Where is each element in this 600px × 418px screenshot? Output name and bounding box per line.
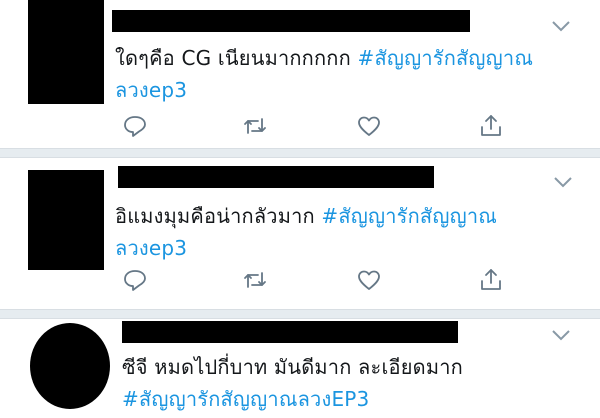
tweet-actions [0,267,600,293]
chevron-down-icon[interactable] [552,174,574,190]
tweet-separator [0,148,600,158]
share-icon[interactable] [478,267,504,293]
tweet-3[interactable]: ซีจี หมดไปกี่บาท มันดีมาก ละเอียดมาก #สั… [0,319,600,418]
chevron-down-icon[interactable] [550,18,572,34]
tweet-text: ใดๆคือ CG เนียนมากกกกก #สัญญารักสัญญาณ [115,44,533,72]
username-redacted[interactable] [118,166,434,188]
avatar-redacted[interactable] [28,170,104,270]
hashtag-link[interactable]: #สัญญารักสัญญาณ [358,46,534,70]
tweet-actions [0,113,600,139]
tweet-feed: ใดๆคือ CG เนียนมากกกกก #สัญญารักสัญญาณ ล… [0,0,600,418]
tweet-text: ซีจี หมดไปกี่บาท มันดีมาก ละเอียดมาก [122,353,463,381]
tweet-2[interactable]: อิแมงมุมคือน่ากลัวมาก #สัญญารักสัญญาณ ลว… [0,158,600,309]
username-redacted[interactable] [112,10,470,32]
heart-icon[interactable] [356,267,382,293]
reply-icon[interactable] [122,113,148,139]
avatar-redacted[interactable] [28,0,104,104]
share-icon[interactable] [478,113,504,139]
avatar-redacted[interactable] [30,323,110,409]
tweet-separator [0,309,600,319]
reply-icon[interactable] [122,267,148,293]
hashtag-link-continued[interactable]: ลวงep3 [115,234,187,262]
tweet-text: อิแมงมุมคือน่ากลัวมาก #สัญญารักสัญญาณ [115,202,497,230]
retweet-icon[interactable] [242,267,268,293]
chevron-down-icon[interactable] [550,327,572,343]
heart-icon[interactable] [356,113,382,139]
username-redacted[interactable] [122,321,458,343]
tweet-body: ใดๆคือ CG เนียนมากกกกก [115,46,351,70]
hashtag-link[interactable]: #สัญญารักสัญญาณ [321,204,497,228]
hashtag-link-continued[interactable]: ลวงep3 [115,76,187,104]
tweet-body: อิแมงมุมคือน่ากลัวมาก [115,204,315,228]
tweet-body: ซีจี หมดไปกี่บาท มันดีมาก ละเอียดมาก [122,355,463,379]
tweet-1[interactable]: ใดๆคือ CG เนียนมากกกกก #สัญญารักสัญญาณ ล… [0,0,600,148]
hashtag-link[interactable]: #สัญญารักสัญญาณลวงEP3 [122,385,369,413]
retweet-icon[interactable] [242,113,268,139]
